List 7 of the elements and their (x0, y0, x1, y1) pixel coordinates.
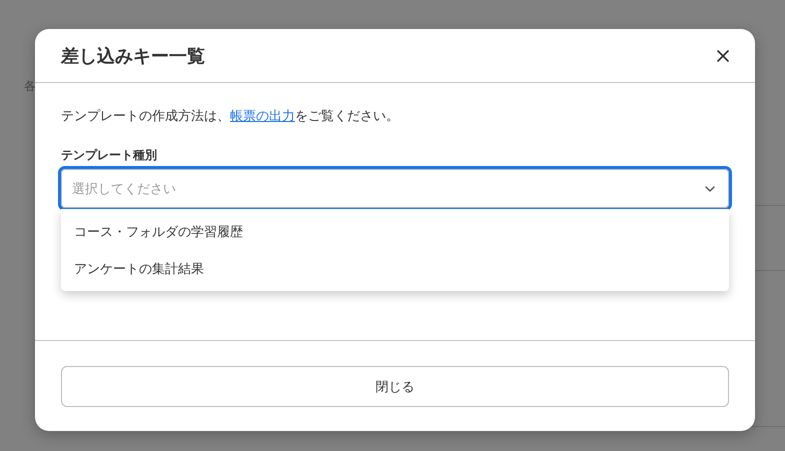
dialog-title: 差し込みキー一覧 (61, 44, 205, 68)
dropdown-option[interactable]: コース・フォルダの学習履歴 (61, 213, 729, 250)
intro-text: テンプレートの作成方法は、帳票の出力 をご覧ください。 (61, 108, 400, 126)
dropdown-option[interactable]: アンケートの集計結果 (61, 250, 729, 287)
output-link[interactable]: 帳票の出力 (230, 109, 295, 124)
close-button[interactable]: 閉じる (61, 366, 729, 407)
field-label: テンプレート種別 (61, 147, 158, 164)
